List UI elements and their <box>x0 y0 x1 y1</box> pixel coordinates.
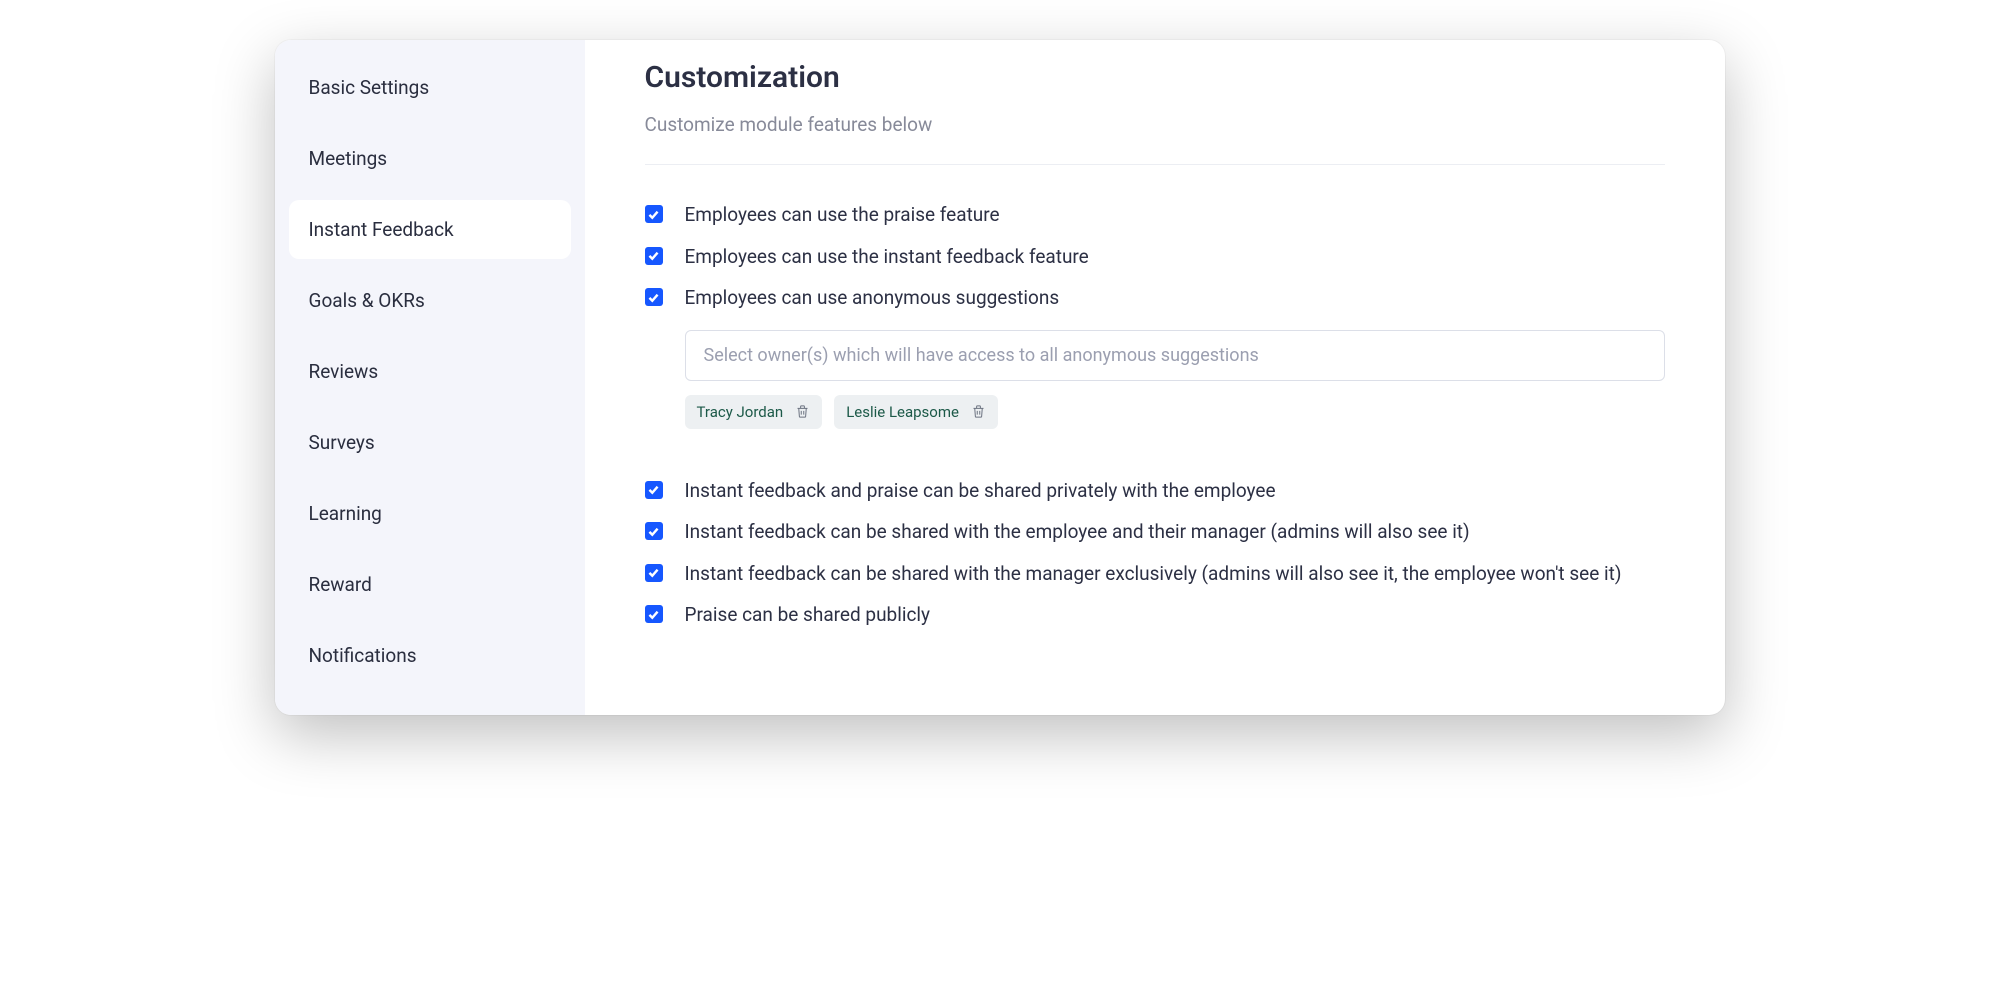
owner-chip: Tracy Jordan <box>685 395 823 429</box>
check-icon <box>647 525 660 538</box>
option-group-1: Employees can use the praise feature Emp… <box>645 201 1665 312</box>
option-label: Instant feedback and praise can be share… <box>685 477 1665 505</box>
checkbox-share-employee-manager[interactable] <box>645 522 663 540</box>
option-label: Praise can be shared publicly <box>685 601 1665 629</box>
trash-icon <box>971 404 986 419</box>
owner-chips: Tracy Jordan Leslie Leapsome <box>685 395 1665 429</box>
checkbox-instant-feedback-feature[interactable] <box>645 247 663 265</box>
checkbox-share-manager-only[interactable] <box>645 564 663 582</box>
check-icon <box>647 483 660 496</box>
option-label: Instant feedback can be shared with the … <box>685 518 1665 546</box>
check-icon <box>647 249 660 262</box>
sidebar-item-basic-settings[interactable]: Basic Settings <box>289 58 571 117</box>
page-subtitle: Customize module features below <box>645 113 1665 165</box>
sidebar-item-reward[interactable]: Reward <box>289 555 571 614</box>
owner-chip-name: Tracy Jordan <box>697 403 784 421</box>
check-icon <box>647 608 660 621</box>
checkbox-praise-feature[interactable] <box>645 205 663 223</box>
sidebar-item-learning[interactable]: Learning <box>289 484 571 543</box>
trash-icon <box>795 404 810 419</box>
check-icon <box>647 291 660 304</box>
owner-chip-delete[interactable] <box>795 404 810 419</box>
owner-input[interactable] <box>685 330 1665 381</box>
option-anonymous-suggestions: Employees can use anonymous suggestions <box>645 284 1665 312</box>
sidebar-item-goals-okrs[interactable]: Goals & OKRs <box>289 271 571 330</box>
page-title: Customization <box>645 60 1665 95</box>
sidebar: Basic Settings Meetings Instant Feedback… <box>275 40 585 715</box>
option-label: Employees can use anonymous suggestions <box>685 284 1060 312</box>
option-group-2: Instant feedback and praise can be share… <box>645 477 1665 629</box>
owner-chip: Leslie Leapsome <box>834 395 998 429</box>
sidebar-item-notifications[interactable]: Notifications <box>289 626 571 685</box>
option-label: Instant feedback can be shared with the … <box>685 560 1665 588</box>
owner-chip-name: Leslie Leapsome <box>846 403 959 421</box>
check-icon <box>647 208 660 221</box>
sidebar-item-meetings[interactable]: Meetings <box>289 129 571 188</box>
option-praise-feature: Employees can use the praise feature <box>645 201 1665 229</box>
option-share-employee-manager: Instant feedback can be shared with the … <box>645 518 1665 546</box>
option-praise-public: Praise can be shared publicly <box>645 601 1665 629</box>
option-share-private: Instant feedback and praise can be share… <box>645 477 1665 505</box>
sidebar-item-surveys[interactable]: Surveys <box>289 413 571 472</box>
owner-chip-delete[interactable] <box>971 404 986 419</box>
check-icon <box>647 566 660 579</box>
sidebar-item-reviews[interactable]: Reviews <box>289 342 571 401</box>
option-share-manager-only: Instant feedback can be shared with the … <box>645 560 1665 588</box>
checkbox-anonymous-suggestions[interactable] <box>645 288 663 306</box>
owner-input-wrapper <box>685 330 1665 381</box>
main-content: Customization Customize module features … <box>585 40 1725 715</box>
checkbox-share-private[interactable] <box>645 481 663 499</box>
option-label: Employees can use the praise feature <box>685 201 1000 229</box>
option-instant-feedback-feature: Employees can use the instant feedback f… <box>645 243 1665 271</box>
checkbox-praise-public[interactable] <box>645 605 663 623</box>
sidebar-item-instant-feedback[interactable]: Instant Feedback <box>289 200 571 259</box>
option-label: Employees can use the instant feedback f… <box>685 243 1089 271</box>
settings-window: Basic Settings Meetings Instant Feedback… <box>275 40 1725 715</box>
